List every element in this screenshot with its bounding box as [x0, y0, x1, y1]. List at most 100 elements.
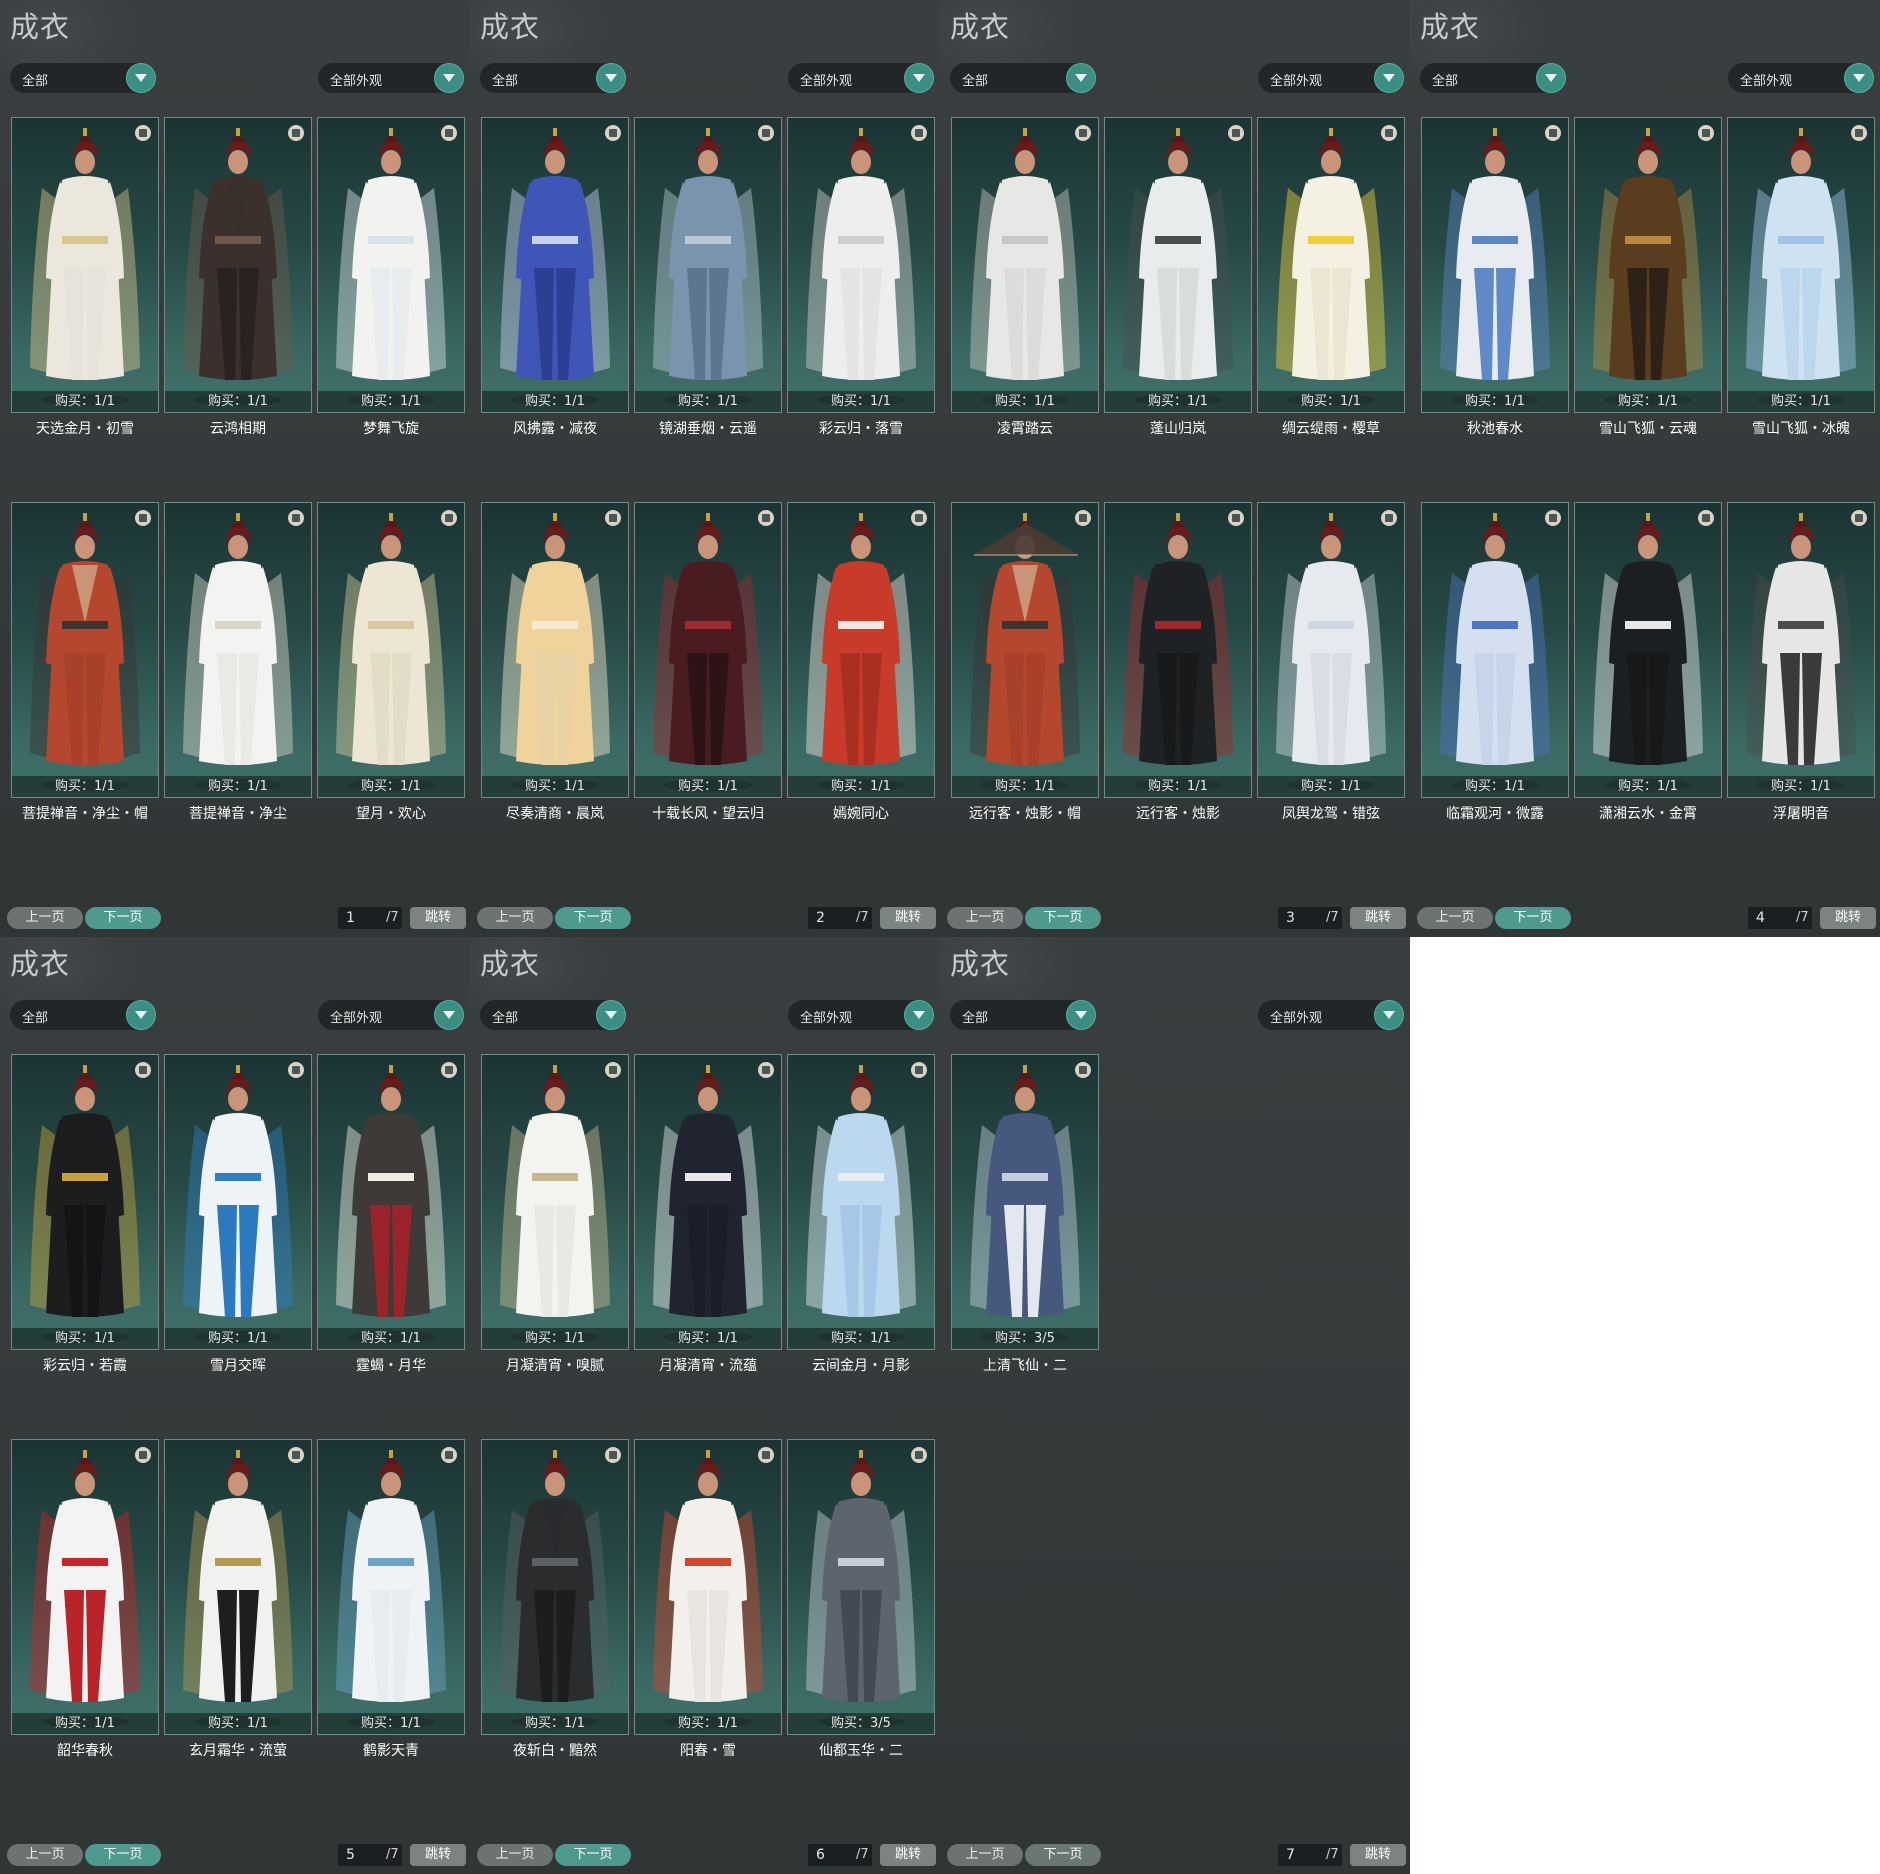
outfit-card[interactable]: 购买：3/5	[787, 1439, 935, 1735]
chevron-down-icon[interactable]	[904, 1000, 934, 1030]
outfit-card[interactable]: 购买：1/1	[787, 117, 935, 413]
page-number-input[interactable]: 3/7	[1278, 907, 1342, 929]
lock-icon[interactable]	[1698, 510, 1714, 526]
outfit-card[interactable]: 购买：1/1	[164, 117, 312, 413]
chevron-down-icon[interactable]	[1374, 1000, 1404, 1030]
outfit-card[interactable]: 购买：1/1	[1574, 502, 1722, 798]
next-page-button[interactable]: 下一页	[85, 907, 161, 929]
chevron-down-icon[interactable]	[596, 63, 626, 93]
chevron-down-icon[interactable]	[1536, 63, 1566, 93]
lock-icon[interactable]	[441, 1447, 457, 1463]
appearance-dropdown[interactable]: 全部外观	[318, 63, 464, 93]
lock-icon[interactable]	[1698, 125, 1714, 141]
lock-icon[interactable]	[1228, 510, 1244, 526]
next-page-button[interactable]: 下一页	[1025, 907, 1101, 929]
page-number-input[interactable]: 7/7	[1278, 1844, 1342, 1866]
chevron-down-icon[interactable]	[434, 63, 464, 93]
lock-icon[interactable]	[441, 1062, 457, 1078]
outfit-card[interactable]: 购买：1/1	[164, 1439, 312, 1735]
chevron-down-icon[interactable]	[1066, 1000, 1096, 1030]
outfit-card[interactable]: 购买：1/1	[1104, 502, 1252, 798]
appearance-dropdown[interactable]: 全部外观	[788, 1000, 934, 1030]
outfit-card[interactable]: 购买：1/1	[481, 1054, 629, 1350]
outfit-card[interactable]: 购买：1/1	[951, 117, 1099, 413]
prev-page-button[interactable]: 上一页	[477, 907, 553, 929]
lock-icon[interactable]	[288, 125, 304, 141]
chevron-down-icon[interactable]	[596, 1000, 626, 1030]
category-dropdown[interactable]: 全部	[480, 1000, 626, 1030]
outfit-card[interactable]: 购买：1/1	[317, 1439, 465, 1735]
lock-icon[interactable]	[911, 510, 927, 526]
prev-page-button[interactable]: 上一页	[7, 1844, 83, 1866]
prev-page-button[interactable]: 上一页	[1417, 907, 1493, 929]
lock-icon[interactable]	[1545, 125, 1561, 141]
lock-icon[interactable]	[911, 1062, 927, 1078]
outfit-card[interactable]: 购买：3/5	[951, 1054, 1099, 1350]
outfit-card[interactable]: 购买：1/1	[317, 502, 465, 798]
category-dropdown[interactable]: 全部	[10, 1000, 156, 1030]
lock-icon[interactable]	[605, 125, 621, 141]
jump-button[interactable]: 跳转	[410, 1844, 466, 1866]
prev-page-button[interactable]: 上一页	[947, 1844, 1023, 1866]
next-page-button[interactable]: 下一页	[1025, 1844, 1101, 1866]
lock-icon[interactable]	[758, 510, 774, 526]
outfit-card[interactable]: 购买：1/1	[11, 117, 159, 413]
chevron-down-icon[interactable]	[434, 1000, 464, 1030]
lock-icon[interactable]	[758, 125, 774, 141]
lock-icon[interactable]	[288, 1062, 304, 1078]
jump-button[interactable]: 跳转	[880, 907, 936, 929]
outfit-card[interactable]: 购买：1/1	[1104, 117, 1252, 413]
lock-icon[interactable]	[135, 125, 151, 141]
outfit-card[interactable]: 购买：1/1	[1727, 117, 1875, 413]
outfit-card[interactable]: 购买：1/1	[164, 1054, 312, 1350]
lock-icon[interactable]	[288, 1447, 304, 1463]
prev-page-button[interactable]: 上一页	[7, 907, 83, 929]
lock-icon[interactable]	[288, 510, 304, 526]
next-page-button[interactable]: 下一页	[555, 907, 631, 929]
outfit-card[interactable]: 购买：1/1	[1574, 117, 1722, 413]
category-dropdown[interactable]: 全部	[10, 63, 156, 93]
outfit-card[interactable]: 购买：1/1	[634, 117, 782, 413]
jump-button[interactable]: 跳转	[1350, 907, 1406, 929]
outfit-card[interactable]: 购买：1/1	[481, 117, 629, 413]
chevron-down-icon[interactable]	[904, 63, 934, 93]
lock-icon[interactable]	[605, 1062, 621, 1078]
appearance-dropdown[interactable]: 全部外观	[1258, 63, 1404, 93]
lock-icon[interactable]	[1545, 510, 1561, 526]
outfit-card[interactable]: 购买：1/1	[11, 1054, 159, 1350]
outfit-card[interactable]: 购买：1/1	[787, 502, 935, 798]
next-page-button[interactable]: 下一页	[85, 1844, 161, 1866]
lock-icon[interactable]	[1381, 125, 1397, 141]
lock-icon[interactable]	[1075, 510, 1091, 526]
lock-icon[interactable]	[911, 125, 927, 141]
chevron-down-icon[interactable]	[126, 1000, 156, 1030]
lock-icon[interactable]	[758, 1062, 774, 1078]
appearance-dropdown[interactable]: 全部外观	[1258, 1000, 1404, 1030]
category-dropdown[interactable]: 全部	[950, 1000, 1096, 1030]
appearance-dropdown[interactable]: 全部外观	[788, 63, 934, 93]
lock-icon[interactable]	[1228, 125, 1244, 141]
prev-page-button[interactable]: 上一页	[947, 907, 1023, 929]
lock-icon[interactable]	[1381, 510, 1397, 526]
outfit-card[interactable]: 购买：1/1	[1421, 117, 1569, 413]
lock-icon[interactable]	[441, 125, 457, 141]
lock-icon[interactable]	[135, 510, 151, 526]
outfit-card[interactable]: 购买：1/1	[317, 117, 465, 413]
page-number-input[interactable]: 6/7	[808, 1844, 872, 1866]
lock-icon[interactable]	[1075, 1062, 1091, 1078]
next-page-button[interactable]: 下一页	[1495, 907, 1571, 929]
next-page-button[interactable]: 下一页	[555, 1844, 631, 1866]
lock-icon[interactable]	[605, 1447, 621, 1463]
page-number-input[interactable]: 4/7	[1748, 907, 1812, 929]
lock-icon[interactable]	[135, 1447, 151, 1463]
outfit-card[interactable]: 购买：1/1	[317, 1054, 465, 1350]
category-dropdown[interactable]: 全部	[480, 63, 626, 93]
lock-icon[interactable]	[605, 510, 621, 526]
outfit-card[interactable]: 购买：1/1	[951, 502, 1099, 798]
page-number-input[interactable]: 5/7	[338, 1844, 402, 1866]
lock-icon[interactable]	[758, 1447, 774, 1463]
lock-icon[interactable]	[135, 1062, 151, 1078]
lock-icon[interactable]	[1851, 125, 1867, 141]
outfit-card[interactable]: 购买：1/1	[634, 1054, 782, 1350]
lock-icon[interactable]	[441, 510, 457, 526]
